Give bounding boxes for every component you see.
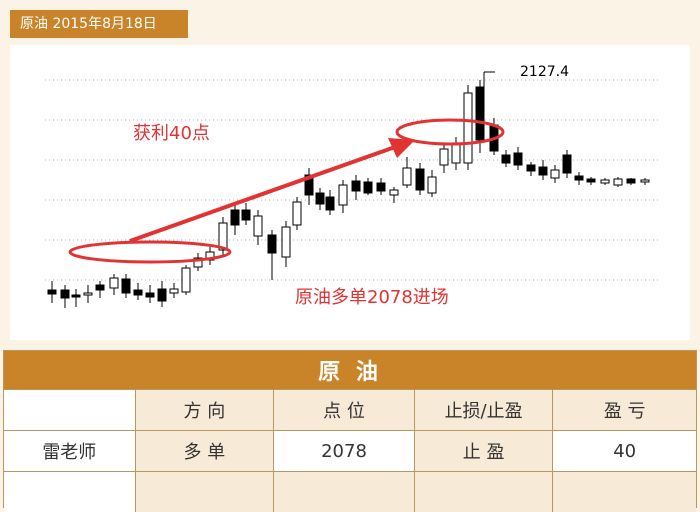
cell-empty	[413, 472, 553, 512]
cell-direction: 多 单	[134, 431, 274, 471]
candle-body	[475, 86, 485, 141]
candle-body	[60, 289, 70, 299]
candle-body	[550, 169, 560, 179]
table-row: 雷老师 多 单 2078 止 盈 40	[4, 430, 696, 471]
candle-body	[574, 175, 584, 181]
candlestick-chart: 2127.4 获利40点 原油多单2078进场	[10, 45, 690, 340]
cell-pnl: 40	[552, 431, 696, 471]
candle-body	[181, 267, 191, 293]
high-label: 2127.4	[520, 64, 569, 80]
candle-body	[325, 196, 335, 211]
candle-body	[315, 192, 325, 205]
candle-body	[47, 289, 57, 295]
candle-body	[83, 292, 93, 296]
candle-body	[281, 226, 291, 258]
candle-body	[351, 180, 361, 192]
candle-body	[600, 179, 610, 184]
cell-stop: 止 盈	[413, 431, 553, 471]
candle-body	[451, 142, 461, 164]
profit-label: 获利40点	[133, 123, 210, 144]
cell-empty	[4, 472, 135, 512]
cell-empty	[273, 472, 414, 512]
candle-body	[513, 152, 523, 166]
candle-body	[538, 166, 548, 176]
cell-point: 2078	[273, 431, 414, 471]
table-header-row: 方 向 点 位 止损/止盈 盈 亏	[4, 389, 696, 430]
table-title: 原 油	[4, 351, 696, 389]
candles	[47, 80, 650, 308]
candle-body	[640, 179, 650, 183]
candle-body	[415, 168, 425, 191]
candle-body	[562, 154, 572, 174]
high-marker	[483, 71, 495, 95]
candle-body	[230, 209, 240, 226]
title-tag: 原油 2015年8月18日	[10, 10, 188, 38]
candle-body	[71, 294, 81, 298]
candle-body	[389, 189, 399, 196]
header-direction: 方 向	[134, 390, 274, 430]
entry-label: 原油多单2078进场	[295, 287, 449, 308]
page: 原油 2015年8月18日 2127.4 获利40点 原油多单2078进场 原 …	[0, 0, 700, 512]
candle-body	[626, 178, 636, 184]
candle-body	[526, 164, 536, 172]
chart-svg: 2127.4 获利40点 原油多单2078进场	[45, 64, 660, 308]
candle-body	[95, 284, 105, 291]
candle-body	[241, 209, 251, 221]
table-row	[4, 471, 696, 512]
candle-body	[109, 277, 119, 289]
candle-body	[157, 288, 167, 302]
grid	[45, 79, 660, 281]
header-point: 点 位	[273, 390, 414, 430]
candle-body	[338, 184, 348, 206]
candle-body	[376, 182, 386, 192]
cell-empty	[552, 472, 696, 512]
candle-body	[402, 167, 412, 186]
candle-body	[439, 148, 449, 166]
candle-body	[501, 154, 511, 164]
header-cell	[4, 390, 135, 430]
candle-body	[613, 178, 623, 186]
cell-teacher: 雷老师	[42, 442, 97, 463]
candle-body	[145, 292, 155, 298]
candle-body	[267, 234, 277, 254]
candle-body	[363, 181, 373, 194]
candle-body	[292, 201, 302, 226]
cell-empty	[134, 472, 274, 512]
candle-body	[169, 288, 179, 294]
candle-body	[427, 176, 437, 194]
candle-body	[463, 92, 473, 164]
candle-body	[586, 178, 596, 183]
header-stop: 止损/止盈	[413, 390, 553, 430]
candle-body	[253, 215, 263, 237]
exit-ellipse	[395, 118, 505, 146]
trade-table: 原 油 方 向 点 位 止损/止盈 盈 亏 雷老师 多 单 2078 止 盈 4…	[3, 350, 697, 512]
candle-body	[133, 289, 143, 296]
candle-body	[121, 278, 131, 294]
header-pnl: 盈 亏	[552, 390, 696, 430]
